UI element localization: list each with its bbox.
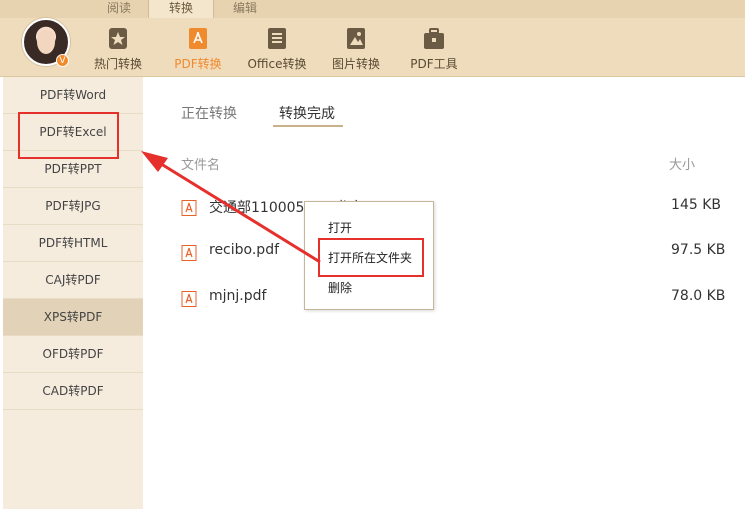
annotation-arrow (141, 151, 321, 264)
